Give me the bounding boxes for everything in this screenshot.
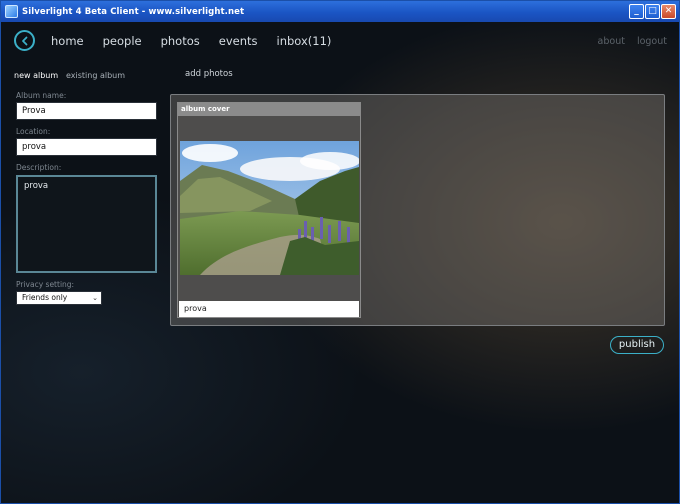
album-cover-caption[interactable]: prova: [179, 301, 359, 317]
window-titlebar[interactable]: Silverlight 4 Beta Client - www.silverli…: [1, 1, 679, 22]
album-name-label: Album name:: [16, 91, 67, 100]
logout-link[interactable]: logout: [637, 36, 667, 47]
back-button[interactable]: [14, 30, 35, 51]
publish-button[interactable]: publish: [610, 336, 664, 354]
description-textarea[interactable]: prova: [16, 175, 157, 273]
tab-existing-album[interactable]: existing album: [66, 71, 125, 80]
tab-new-album[interactable]: new album: [14, 71, 58, 80]
privacy-select-value: Friends only: [22, 293, 68, 302]
maximize-button[interactable]: □: [645, 4, 660, 19]
close-button[interactable]: ✕: [661, 4, 676, 19]
minimize-button[interactable]: _: [629, 4, 644, 19]
album-name-input[interactable]: Prova: [16, 102, 157, 120]
silverlight-app-icon: [5, 5, 18, 18]
nav-events[interactable]: events: [219, 34, 258, 48]
description-label: Description:: [16, 163, 62, 172]
app-content: home people photos events inbox(11) abou…: [1, 22, 679, 503]
about-link[interactable]: about: [598, 36, 625, 47]
nav-people[interactable]: people: [103, 34, 142, 48]
nav-home[interactable]: home: [51, 34, 84, 48]
album-cover-card[interactable]: album cover prova: [177, 102, 361, 318]
chevron-down-icon: ⌄: [92, 294, 98, 302]
location-label: Location:: [16, 127, 51, 136]
album-cover-photo: [180, 141, 359, 275]
album-cover-header: album cover: [178, 103, 360, 116]
nav-right: about logout: [598, 36, 667, 47]
add-photos-link[interactable]: add photos: [185, 69, 233, 79]
privacy-select[interactable]: Friends only ⌄: [16, 291, 102, 305]
nav-inbox[interactable]: inbox(11): [277, 34, 332, 48]
back-arrow-icon: [21, 36, 27, 45]
location-input[interactable]: prova: [16, 138, 157, 156]
window-controls: _ □ ✕: [629, 4, 676, 19]
privacy-label: Privacy setting:: [16, 280, 75, 289]
nav-photos[interactable]: photos: [161, 34, 200, 48]
window-title: Silverlight 4 Beta Client - www.silverli…: [22, 6, 245, 17]
app-window: Silverlight 4 Beta Client - www.silverli…: [0, 0, 680, 504]
landscape-photo-image: [180, 141, 359, 275]
main-nav: home people photos events inbox(11): [51, 34, 350, 48]
